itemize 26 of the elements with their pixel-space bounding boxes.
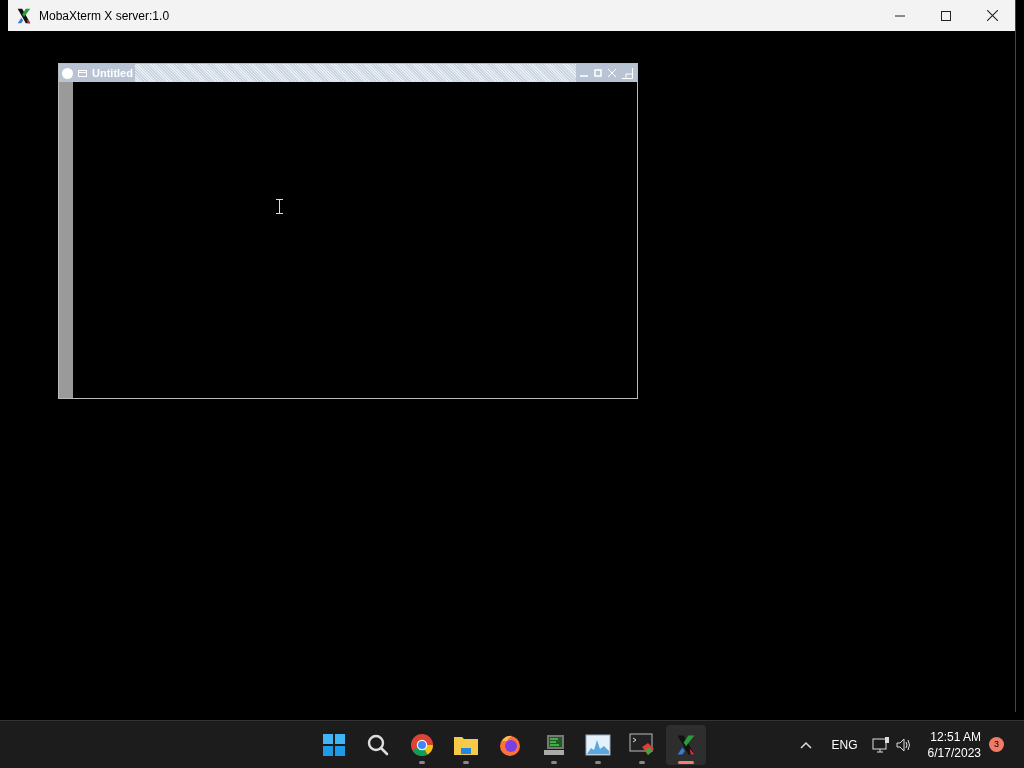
search-icon [367,733,389,756]
volume-icon[interactable] [895,737,912,752]
running-indicator [419,760,425,764]
running-indicator [551,760,557,764]
terminal-icon [629,732,655,757]
network-icon[interactable] [871,736,890,753]
running-indicator [463,760,469,764]
maximize-icon [941,10,951,21]
windows-logo-icon [322,732,346,757]
clock-date[interactable]: 6/17/2023 [927,744,981,761]
monitor-icon [542,732,566,757]
running-indicator [595,760,601,764]
text-cursor-icon [276,199,283,214]
x-logo-icon [15,6,33,25]
running-indicator [639,760,645,764]
clock-time[interactable]: 12:51 AM [930,728,981,745]
x-window-title: Untitled [92,65,133,81]
browser-icon [410,732,434,757]
taskbar-button[interactable] [666,724,706,765]
notification-badge[interactable]: 3 [989,737,1004,752]
chart-window-icon [585,733,611,756]
language-indicator[interactable]: ENG [831,735,858,754]
running-indicator [678,760,694,764]
window-title: MobaXterm X server:1.0 [39,7,170,25]
close-icon [986,10,998,21]
chevron-up-icon[interactable] [799,740,812,749]
